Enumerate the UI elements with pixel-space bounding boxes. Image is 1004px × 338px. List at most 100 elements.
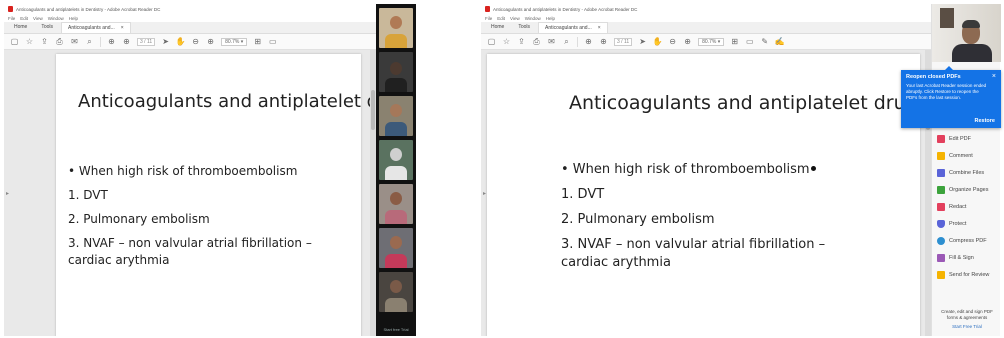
- shield-icon: [937, 219, 945, 228]
- menu-view[interactable]: View: [510, 16, 520, 21]
- panel-expand-icon[interactable]: ▸: [483, 190, 486, 197]
- menu-view[interactable]: View: [33, 16, 43, 21]
- zoom-out-icon[interactable]: ⊖: [191, 37, 200, 46]
- upload-icon[interactable]: ⇪: [517, 37, 526, 46]
- comment-icon: [937, 151, 945, 160]
- slide-title: Anticoagulants and antiplatelet drugs: [78, 91, 376, 112]
- tool-comment[interactable]: Comment: [937, 147, 999, 164]
- email-icon[interactable]: ✉: [70, 37, 79, 46]
- pen-icon[interactable]: ✎: [760, 37, 769, 46]
- slide-item-nvaf-cont: cardiac arythmia: [561, 255, 671, 270]
- menu-help[interactable]: Help: [69, 16, 78, 21]
- zoom-out-icon[interactable]: ⊖: [668, 37, 677, 46]
- participant-video[interactable]: [379, 184, 413, 224]
- search-icon[interactable]: ⌕: [562, 37, 571, 46]
- close-icon[interactable]: ×: [992, 73, 996, 80]
- menu-file[interactable]: File: [485, 16, 492, 21]
- select-cursor-icon[interactable]: ➤: [638, 37, 647, 46]
- bookmark-star-icon[interactable]: ☆: [25, 37, 34, 46]
- tab-document[interactable]: Anticoagulants and... ×: [538, 22, 608, 33]
- slide-item-pe: 2. Pulmonary embolism: [561, 212, 715, 227]
- hand-tool-icon[interactable]: ✋: [176, 37, 186, 46]
- menu-window[interactable]: Window: [525, 16, 541, 21]
- presenter-video[interactable]: [932, 4, 1001, 62]
- tool-combine-files[interactable]: Combine Files: [937, 164, 999, 181]
- fit-page-icon[interactable]: ⊞: [730, 37, 739, 46]
- restore-button[interactable]: Restore: [975, 118, 995, 124]
- page-number-field[interactable]: 3 / 11: [614, 37, 633, 46]
- tool-label: Combine Files: [949, 169, 985, 176]
- panel-expand-icon[interactable]: ▸: [6, 190, 9, 197]
- menu-edit[interactable]: Edit: [497, 16, 505, 21]
- tool-compress-pdf[interactable]: Compress PDF: [937, 232, 999, 249]
- combine-files-icon: [937, 168, 945, 177]
- participant-video[interactable]: [379, 228, 413, 268]
- hand-tool-icon[interactable]: ✋: [653, 37, 663, 46]
- participant-video[interactable]: [379, 8, 413, 48]
- bookmark-star-icon[interactable]: ☆: [502, 37, 511, 46]
- sign-icon[interactable]: ✍: [775, 37, 785, 46]
- zoom-in-icon[interactable]: ⊕: [683, 37, 692, 46]
- email-icon[interactable]: ✉: [547, 37, 556, 46]
- select-cursor-icon[interactable]: ➤: [161, 37, 170, 46]
- tool-redact[interactable]: Redact: [937, 198, 999, 215]
- organize-pages-icon: [937, 185, 945, 194]
- document-area[interactable]: Anticoagulants and antiplatelet drugs • …: [4, 50, 376, 336]
- tab-tools[interactable]: Tools: [512, 22, 536, 33]
- upload-icon[interactable]: ⇪: [40, 37, 49, 46]
- zoom-in-icon[interactable]: ⊕: [206, 37, 215, 46]
- zoom-level-select[interactable]: 80.7% ▾: [221, 37, 248, 46]
- edit-pdf-icon: [937, 134, 945, 143]
- tool-send-for-review[interactable]: Send for Review: [937, 266, 999, 283]
- document-area[interactable]: Anticoagulants and antiplatelet drugs • …: [481, 50, 931, 336]
- toolbar: ▢ ☆ ⇪ ⎙ ✉ ⌕ ⊕ ⊕ 3 / 11 ➤ ✋ ⊖ ⊕ 80.7% ▾ ⊞…: [481, 34, 931, 50]
- toolbar-divider: [100, 36, 101, 47]
- tab-close-icon[interactable]: ×: [598, 25, 601, 31]
- print-icon[interactable]: ⎙: [55, 37, 64, 46]
- tab-document[interactable]: Anticoagulants and... ×: [61, 22, 131, 33]
- participant-video[interactable]: [379, 140, 413, 180]
- fit-page-icon[interactable]: ⊞: [253, 37, 262, 46]
- tool-edit-pdf[interactable]: Edit PDF: [937, 130, 999, 147]
- participant-head: [390, 236, 402, 249]
- next-page-icon[interactable]: ⊕: [599, 37, 608, 46]
- page-number-field[interactable]: 3 / 11: [137, 37, 156, 46]
- redact-icon: [937, 202, 945, 211]
- next-page-icon[interactable]: ⊕: [122, 37, 131, 46]
- participant-video[interactable]: [379, 96, 413, 136]
- menu-edit[interactable]: Edit: [20, 16, 28, 21]
- tool-organize-pages[interactable]: Organize Pages: [937, 181, 999, 198]
- menu-file[interactable]: File: [8, 16, 15, 21]
- tab-close-icon[interactable]: ×: [121, 25, 124, 31]
- prev-page-icon[interactable]: ⊕: [584, 37, 593, 46]
- tab-tools[interactable]: Tools: [35, 22, 59, 33]
- tool-protect[interactable]: Protect: [937, 215, 999, 232]
- participant-head: [390, 16, 402, 29]
- menu-window[interactable]: Window: [48, 16, 64, 21]
- print-icon[interactable]: ⎙: [532, 37, 541, 46]
- participant-head: [390, 280, 402, 293]
- popup-title: Reopen closed PDFs: [906, 74, 961, 80]
- tools-list: Edit PDF Comment Combine Files Organize …: [937, 130, 999, 283]
- search-icon[interactable]: ⌕: [85, 37, 94, 46]
- tab-home[interactable]: Home: [8, 22, 33, 33]
- zoom-level-select[interactable]: 80.7% ▾: [698, 37, 725, 46]
- prev-page-icon[interactable]: ⊕: [107, 37, 116, 46]
- slide-bullet: • When high risk of thromboembolism: [68, 164, 298, 178]
- create-pdf-icon[interactable]: ▢: [10, 37, 19, 46]
- popup-arrow: [945, 66, 953, 70]
- scrollbar-thumb[interactable]: [371, 90, 375, 130]
- create-pdf-icon[interactable]: ▢: [487, 37, 496, 46]
- strip-footer-text[interactable]: Start free Trial: [376, 327, 416, 332]
- tool-label: Organize Pages: [949, 186, 989, 193]
- slide-item-dvt: 1. DVT: [68, 188, 108, 202]
- menu-help[interactable]: Help: [546, 16, 555, 21]
- start-free-trial-link[interactable]: Start Free Trial: [936, 324, 998, 330]
- participant-video[interactable]: [379, 272, 413, 312]
- tool-fill-sign[interactable]: Fill & Sign: [937, 249, 999, 266]
- comment-icon[interactable]: ▭: [268, 37, 277, 46]
- menu-bar: File Edit View Window Help: [481, 14, 931, 22]
- comment-icon[interactable]: ▭: [745, 37, 754, 46]
- tab-home[interactable]: Home: [485, 22, 510, 33]
- participant-video[interactable]: [379, 52, 413, 92]
